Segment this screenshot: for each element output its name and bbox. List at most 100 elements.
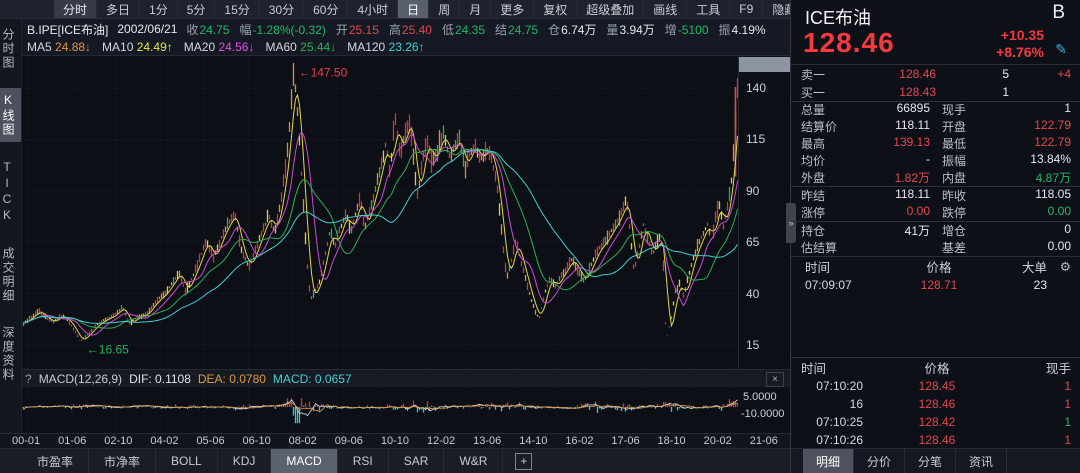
- macd-value: MACD: 0.0657: [273, 372, 352, 386]
- stat-label: 总量: [801, 101, 849, 118]
- period-tab-多日[interactable]: 多日: [97, 0, 140, 18]
- scrollbar-thumb[interactable]: [739, 57, 790, 72]
- stat-label: 结算价: [801, 118, 849, 135]
- info-field-label: 幅: [239, 23, 251, 37]
- indicator-tab-市盈率[interactable]: 市盈率: [22, 449, 89, 473]
- period-tab-月[interactable]: 月: [460, 0, 491, 18]
- info-field-仓: 仓6.74万: [548, 21, 596, 38]
- macd-params[interactable]: MACD(12,26,9): [39, 372, 122, 386]
- stat-持仓: 持仓41万: [801, 222, 930, 239]
- tick-row[interactable]: 07:10:25128.421: [791, 413, 1080, 431]
- stats-row: 总量66895现手1: [791, 101, 1080, 118]
- indicator-tab-MACD[interactable]: MACD: [271, 449, 337, 473]
- info-field-低: 低24.35: [442, 21, 485, 38]
- macd-scale-bottom: -10.0000: [741, 408, 784, 420]
- info-field-value: 3.94万: [619, 23, 654, 37]
- detail-tab-分价[interactable]: 分价: [854, 449, 905, 473]
- info-field-增: 增-5100: [665, 21, 709, 38]
- tick-qty: 1: [1011, 379, 1071, 393]
- tick-price: 128.46: [863, 433, 1011, 447]
- stat-内盘: 内盘4.87万: [942, 169, 1071, 186]
- x-axis-label: 06-10: [243, 435, 271, 447]
- bid-qty: 1: [936, 85, 1009, 99]
- x-axis-label: 20-02: [704, 435, 732, 447]
- detail-tab-明细[interactable]: 明细: [803, 449, 854, 473]
- period-tab-更多[interactable]: 更多: [491, 0, 534, 18]
- price-change: +10.35 +8.76%: [996, 27, 1044, 61]
- macd-chart[interactable]: [22, 387, 738, 433]
- ma-label: MA60: [265, 40, 300, 54]
- tick-time: 07:10:26: [801, 433, 863, 447]
- order-book: 卖一128.465+4买一128.431: [791, 64, 1080, 102]
- period-tab-15分[interactable]: 15分: [215, 0, 259, 18]
- quote-panel: » ICE布油 B 128.46 +10.35 +8.76% ✎ 卖一128.4…: [790, 0, 1080, 473]
- stat-外盘: 外盘1.82万: [801, 169, 930, 186]
- sidebar-item-深度资料[interactable]: 深度资料: [0, 321, 21, 387]
- period-tab-4小时[interactable]: 4小时: [348, 0, 398, 18]
- tick-price: 128.46: [863, 397, 1011, 411]
- kline-chart[interactable]: ←147.50←16.65: [22, 56, 738, 369]
- sidebar-item-TICK[interactable]: TICK: [0, 155, 21, 229]
- gear-icon[interactable]: ⚙: [1047, 259, 1071, 274]
- add-indicator-button[interactable]: +: [515, 453, 532, 470]
- tick-list-section: 时间价格现手07:10:20128.45116128.46107:10:2512…: [791, 357, 1080, 449]
- detail-tab-分笔[interactable]: 分笔: [905, 449, 956, 473]
- x-axis-label: 21-06: [750, 435, 778, 447]
- tick-row[interactable]: 16128.461: [791, 395, 1080, 413]
- tool-超级叠加[interactable]: 超级叠加: [577, 0, 644, 18]
- info-field-label: 收: [186, 23, 198, 37]
- macd-svg[interactable]: [22, 387, 738, 433]
- stats-row: 持仓41万增仓0: [791, 222, 1080, 239]
- indicator-tab-市净率[interactable]: 市净率: [89, 449, 156, 473]
- edit-icon[interactable]: ✎: [1055, 41, 1067, 58]
- tool-工具[interactable]: 工具: [687, 0, 730, 18]
- close-icon[interactable]: ×: [766, 372, 784, 387]
- tick-price: 128.42: [863, 415, 1011, 429]
- period-tab-5分[interactable]: 5分: [178, 0, 216, 18]
- tick-row[interactable]: 07:10:20128.451: [791, 377, 1080, 395]
- sidebar-item-K线图[interactable]: K线图: [0, 88, 21, 142]
- sidebar-item-分时图[interactable]: 分时图: [0, 23, 21, 75]
- period-tab-日[interactable]: 日: [398, 0, 429, 18]
- indicator-tab-SAR[interactable]: SAR: [389, 449, 445, 473]
- period-tab-分时[interactable]: 分时: [54, 0, 97, 18]
- tool-复权[interactable]: 复权: [534, 0, 577, 18]
- period-tab-1分[interactable]: 1分: [140, 0, 178, 18]
- x-axis-label: 18-10: [658, 435, 686, 447]
- stats-row: 涨停0.00跌停0.00: [791, 204, 1080, 222]
- ticks-time-header: 时间: [801, 358, 863, 377]
- tick-row[interactable]: 07:10:26128.461: [791, 431, 1080, 449]
- period-tabs: 分时多日1分5分15分30分60分4小时日周月更多: [54, 0, 534, 18]
- detail-tab-资讯[interactable]: 资讯: [956, 449, 1007, 473]
- stat-label: 现手: [942, 101, 990, 118]
- info-field-label: 高: [389, 23, 401, 37]
- period-tab-周[interactable]: 周: [429, 0, 460, 18]
- tool-画线[interactable]: 画线: [644, 0, 687, 18]
- indicator-tab-RSI[interactable]: RSI: [338, 449, 389, 473]
- info-field-label: 量: [606, 23, 618, 37]
- tool-F9[interactable]: F9: [730, 0, 763, 18]
- quote-stats: 总量66895现手1结算价118.11开盘122.79最高139.13最低122…: [791, 101, 1080, 257]
- stat-value: 13.84%: [990, 152, 1071, 169]
- kline-svg[interactable]: ←147.50←16.65: [22, 56, 738, 369]
- indicator-tab-KDJ[interactable]: KDJ: [218, 449, 272, 473]
- stat-value: 1.82万: [849, 169, 930, 186]
- ma-item-MA60: MA60 25.44↓: [265, 40, 336, 54]
- macd-scale-top: 5.0000: [743, 391, 777, 403]
- stat-结算价: 结算价118.11: [801, 118, 930, 135]
- sidebar-item-成交明细[interactable]: 成交明细: [0, 242, 21, 308]
- ma-bar: MA5 24.88↓MA10 24.49↑MA20 24.56↓MA60 25.…: [27, 38, 425, 56]
- symbol-label: B.IPE[ICE布油]: [27, 21, 108, 38]
- info-field-label: 开: [336, 23, 348, 37]
- period-tab-60分[interactable]: 60分: [304, 0, 348, 18]
- info-field-label: 振: [719, 23, 731, 37]
- indicator-tab-W&R[interactable]: W&R: [444, 449, 503, 473]
- ma-item-MA120: MA120 23.26↑: [347, 40, 424, 54]
- period-tab-30分[interactable]: 30分: [260, 0, 304, 18]
- indicator-tab-BOLL[interactable]: BOLL: [156, 449, 218, 473]
- y-axis-label: 115: [746, 132, 765, 146]
- stat-value: 0.00: [849, 204, 930, 221]
- last-price: 128.46: [803, 27, 895, 59]
- help-icon[interactable]: ?: [25, 372, 32, 386]
- ask-row: 卖一128.465+4: [791, 65, 1080, 83]
